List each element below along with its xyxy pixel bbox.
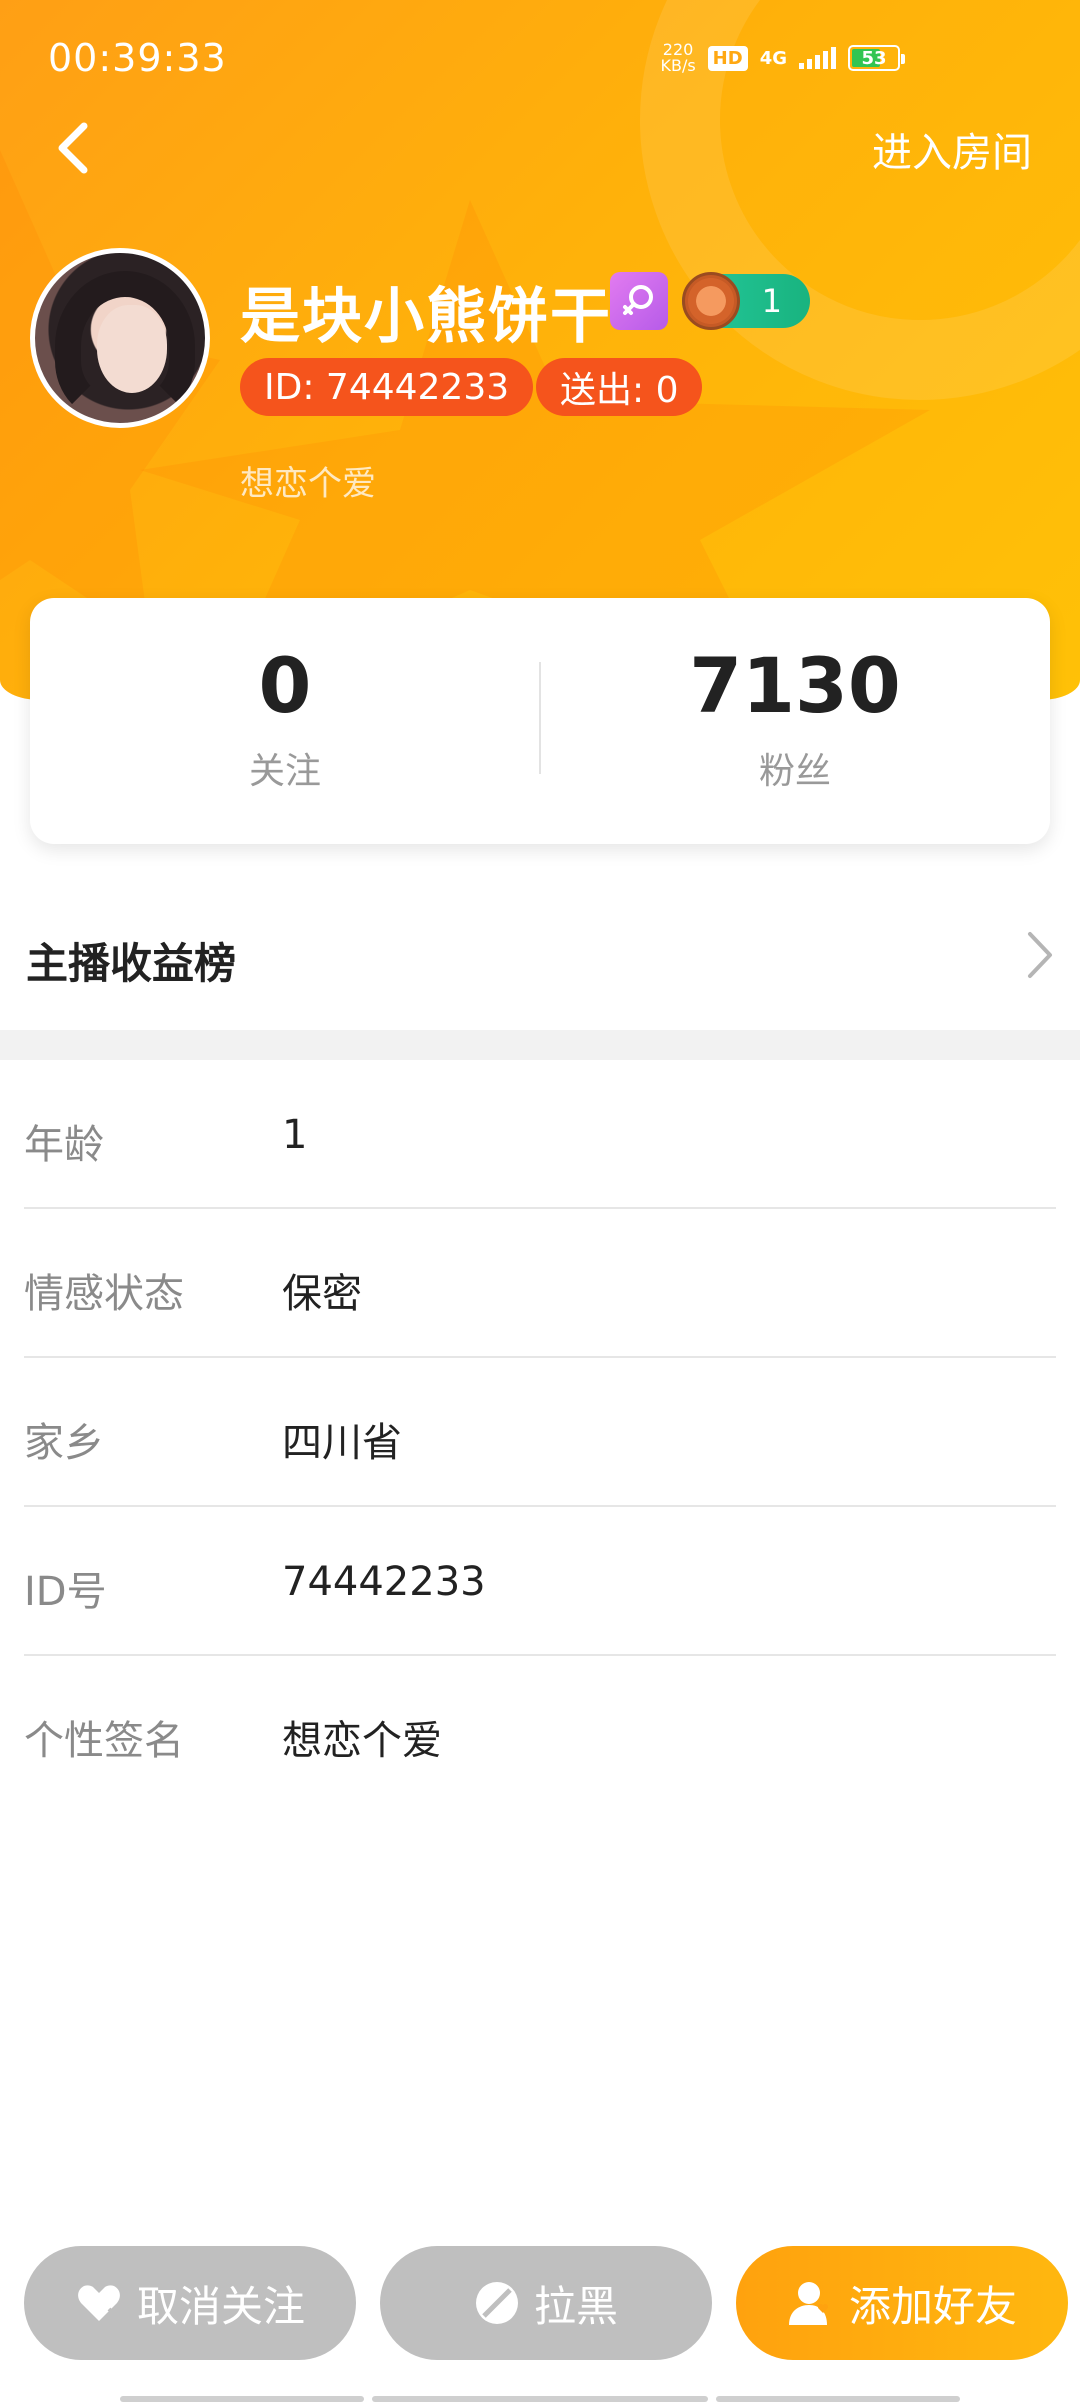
- unfollow-label: 取消关注: [136, 2281, 305, 2331]
- info-row-hometown: 家乡 四川省: [24, 1358, 1056, 1507]
- following-label: 关注: [248, 751, 321, 792]
- network-type: 4G: [759, 47, 787, 69]
- status-icons: 220 KB/s HD 4G 53: [660, 42, 905, 74]
- earnings-ranking-title: 主播收益榜: [26, 939, 237, 988]
- sent-count-badge: 送出: 0: [536, 358, 703, 416]
- section-separator: [0, 1030, 1080, 1060]
- info-list: 年龄 1 情感状态 保密 家乡 四川省 ID号 74442233 个性签名 想恋…: [24, 1060, 1056, 1805]
- fans-count: 7130: [689, 641, 901, 730]
- chevron-right-icon: [1028, 932, 1052, 978]
- earnings-ranking-row[interactable]: 主播收益榜: [0, 890, 1080, 1030]
- block-label: 拉黑: [533, 2281, 618, 2331]
- enter-room-button[interactable]: 进入房间: [872, 120, 1032, 178]
- fans-stat[interactable]: 7130 粉丝: [540, 598, 1050, 844]
- broken-heart-icon: [78, 2285, 121, 2321]
- status-bar: 00:39:33 220 KB/s HD 4G 53: [0, 0, 1080, 120]
- profile-signature: 想恋个爱: [240, 464, 376, 504]
- network-speed: 220 KB/s: [660, 42, 695, 74]
- back-icon[interactable]: [52, 118, 96, 178]
- hd-icon: HD: [707, 45, 748, 71]
- unfollow-button[interactable]: 取消关注: [24, 2246, 356, 2360]
- battery-icon: 53: [848, 45, 905, 71]
- status-time: 00:39:33: [48, 36, 227, 80]
- info-value: 1: [282, 1112, 308, 1158]
- female-gender-icon: [610, 272, 668, 330]
- info-key: 家乡: [24, 1420, 104, 1466]
- info-value: 四川省: [282, 1420, 402, 1466]
- add-friend-icon: [788, 2282, 829, 2325]
- fans-label: 粉丝: [758, 751, 831, 792]
- add-friend-label: 添加好友: [848, 2281, 1017, 2331]
- info-key: 年龄: [24, 1122, 104, 1168]
- level-badge: 1: [682, 272, 810, 330]
- nickname: 是块小熊饼干: [240, 282, 612, 352]
- network-speed-unit: KB/s: [660, 56, 696, 75]
- info-key: 个性签名: [24, 1718, 184, 1764]
- nav-indicator: [716, 2396, 960, 2402]
- level-number: 1: [761, 282, 782, 320]
- signal-icon: [799, 47, 836, 69]
- info-value: 想恋个爱: [282, 1718, 442, 1764]
- info-value: 保密: [282, 1271, 362, 1317]
- stats-card: 0 关注 7130 粉丝: [30, 598, 1050, 844]
- user-id-badge: ID: 74442233: [240, 358, 534, 416]
- medal-icon: [682, 272, 740, 330]
- add-friend-button[interactable]: 添加好友: [736, 2246, 1068, 2360]
- battery-level: 53: [861, 47, 887, 69]
- avatar[interactable]: [30, 248, 210, 428]
- info-row-signature: 个性签名 想恋个爱: [24, 1656, 1056, 1805]
- following-stat[interactable]: 0 关注: [30, 598, 540, 844]
- block-button[interactable]: 拉黑: [380, 2246, 712, 2360]
- info-key: ID号: [24, 1569, 107, 1615]
- following-count: 0: [258, 641, 312, 730]
- nav-indicator: [372, 2396, 708, 2402]
- nav-indicator: [120, 2396, 364, 2402]
- info-key: 情感状态: [24, 1271, 184, 1317]
- info-row-id: ID号 74442233: [24, 1507, 1056, 1656]
- info-value: 74442233: [282, 1559, 486, 1605]
- info-row-relationship: 情感状态 保密: [24, 1209, 1056, 1358]
- info-row-age: 年龄 1: [24, 1060, 1056, 1209]
- block-icon: [475, 2282, 518, 2324]
